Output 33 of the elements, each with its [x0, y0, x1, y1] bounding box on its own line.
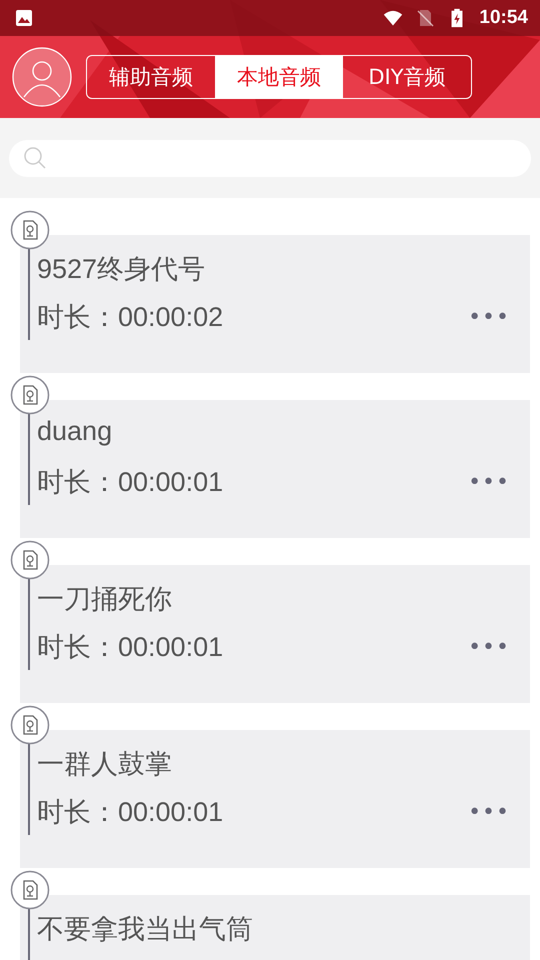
clock: 10:54	[479, 7, 528, 29]
avatar-icon[interactable]	[12, 47, 72, 107]
tab[interactable]: 本地音频	[215, 56, 343, 98]
audio-title: 9527终身代号	[37, 253, 206, 285]
audio-card[interactable]: 9527终身代号 时长：00:00:02 •••	[20, 235, 530, 373]
audio-card[interactable]: 不要拿我当出气筒	[20, 895, 530, 960]
audio-file-icon	[10, 870, 50, 910]
audio-file-icon	[10, 210, 50, 250]
image-icon	[14, 8, 34, 28]
search-icon	[23, 146, 47, 170]
audio-card[interactable]: 一刀捅死你 时长：00:00:01 •••	[20, 565, 530, 703]
more-button[interactable]: •••	[468, 800, 510, 824]
duration-text: 时长：00:00:01	[37, 631, 224, 664]
audio-title: 不要拿我当出气筒	[37, 913, 254, 945]
audio-card[interactable]: 一群人鼓掌 时长：00:00:01 •••	[20, 730, 530, 868]
wifi-icon	[383, 8, 404, 28]
audio-file-icon	[10, 375, 50, 415]
duration-text: 时长：00:00:02	[37, 301, 224, 334]
audio-title: duang	[37, 415, 114, 448]
audio-file-icon	[10, 540, 50, 580]
audio-file-icon	[10, 705, 50, 745]
tab[interactable]: 辅助音频	[87, 56, 215, 98]
search-field[interactable]	[9, 140, 531, 176]
audio-card[interactable]: duang 时长：00:00:01 •••	[20, 400, 530, 538]
audio-title: 一群人鼓掌	[37, 748, 173, 780]
more-button[interactable]: •••	[468, 470, 510, 494]
duration-text: 时长：00:00:01	[37, 466, 224, 499]
no-sim-icon	[415, 8, 436, 28]
more-button[interactable]: •••	[468, 304, 510, 330]
audio-title: 一刀捅死你	[37, 583, 173, 615]
more-button[interactable]: •••	[468, 634, 510, 660]
tab[interactable]: DIY音频	[343, 56, 471, 98]
duration-text: 时长：00:00:01	[37, 796, 224, 829]
